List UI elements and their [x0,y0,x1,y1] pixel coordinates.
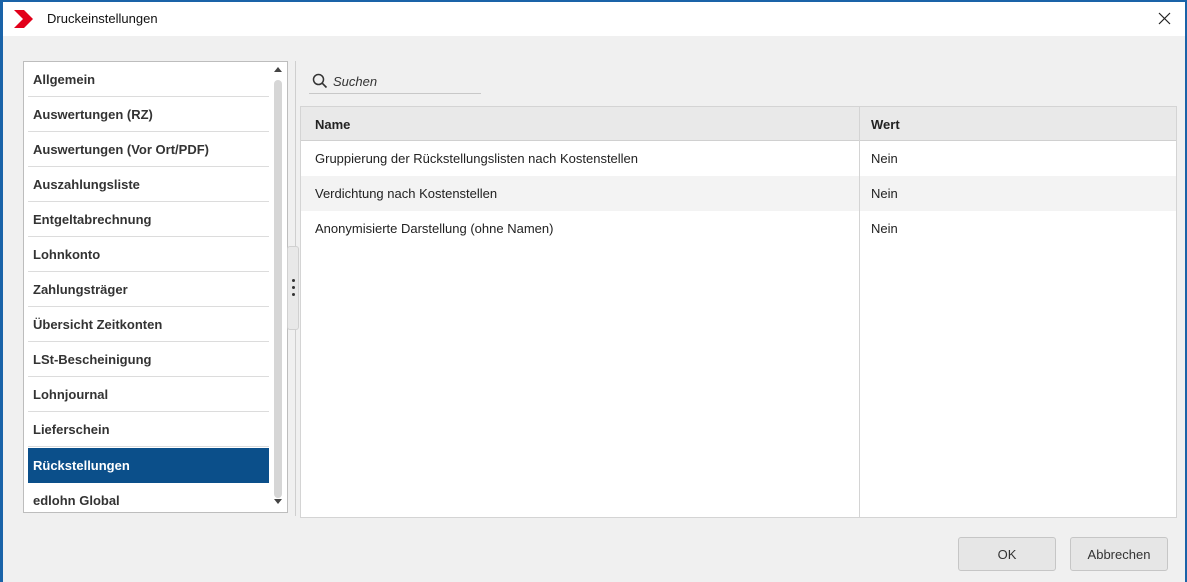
list-scrollbar[interactable] [271,64,285,510]
column-header-name[interactable]: Name [315,107,350,141]
table-row[interactable]: Anonymisierte Darstellung (ohne Namen) N… [301,211,1176,246]
cell-wert[interactable]: Nein [871,176,898,211]
column-header-wert[interactable]: Wert [871,107,900,141]
list-item-lst-bescheinigung[interactable]: LSt-Bescheinigung [28,342,269,377]
cell-wert[interactable]: Nein [871,141,898,176]
dialog-window: Druckeinstellungen Allgemein Auswertunge… [0,0,1187,582]
list-item-edlohn-global[interactable]: edlohn Global [28,483,269,512]
list-item-label: Auszahlungsliste [33,176,140,192]
list-item-label: Lieferschein [33,421,110,437]
ok-button[interactable]: OK [958,537,1056,571]
grip-dot [292,293,295,296]
cell-name: Anonymisierte Darstellung (ohne Namen) [315,221,554,236]
list-item-label: Zahlungsträger [33,281,128,297]
table-row[interactable]: Gruppierung der Rückstellungslisten nach… [301,141,1176,176]
list-item-uebersicht-zeitkonten[interactable]: Übersicht Zeitkonten [28,307,269,342]
scroll-down-arrow-icon[interactable] [274,499,282,504]
list-item-zahlungstraeger[interactable]: Zahlungsträger [28,272,269,307]
list-item-label: Rückstellungen [33,457,130,473]
list-item-allgemein[interactable]: Allgemein [28,62,269,97]
table-header: Name Wert [301,107,1176,141]
list-item-entgeltabrechnung[interactable]: Entgeltabrechnung [28,202,269,237]
search-box [309,70,481,94]
list-item-label: Übersicht Zeitkonten [33,316,163,332]
grip-dot [292,279,295,282]
list-item-auswertungen-rz[interactable]: Auswertungen (RZ) [28,97,269,132]
list-item-label: Lohnkonto [33,246,101,262]
cell-name: Verdichtung nach Kostenstellen [315,186,498,201]
list-item-lieferschein[interactable]: Lieferschein [28,412,269,447]
list-item-label: Lohnjournal [33,386,109,402]
list-item-label: Auswertungen (Vor Ort/PDF) [33,141,209,157]
cell-wert[interactable]: Nein [871,211,898,246]
list-item-label: LSt-Bescheinigung [33,351,152,367]
list-item-auszahlungsliste[interactable]: Auszahlungsliste [28,167,269,202]
table-row[interactable]: Verdichtung nach Kostenstellen Nein [301,176,1176,211]
close-button[interactable] [1143,2,1185,34]
list-item-auswertungen-vor-ort[interactable]: Auswertungen (Vor Ort/PDF) [28,132,269,167]
list-item-label: Allgemein [33,71,96,87]
cell-name: Gruppierung der Rückstellungslisten nach… [315,151,639,166]
category-list: Allgemein Auswertungen (RZ) Auswertungen… [23,61,288,513]
list-item-label: edlohn Global [33,492,120,508]
list-item-lohnkonto[interactable]: Lohnkonto [28,237,269,272]
close-icon [1158,12,1170,24]
title-bar: Druckeinstellungen [3,2,1185,36]
app-logo-icon [14,10,33,28]
list-item-lohnjournal[interactable]: Lohnjournal [28,377,269,412]
list-item-rueckstellungen[interactable]: Rückstellungen [28,448,269,483]
list-item-label: Auswertungen (RZ) [33,106,153,122]
settings-table: Name Wert Gruppierung der Rückstellungsl… [300,106,1177,518]
search-icon [312,73,328,89]
cancel-button[interactable]: Abbrechen [1070,537,1168,571]
grip-dot [292,286,295,289]
list-item-label: Entgeltabrechnung [33,211,152,227]
dialog-content: Allgemein Auswertungen (RZ) Auswertungen… [3,36,1185,582]
search-input[interactable] [333,71,473,91]
scrollbar-thumb[interactable] [274,80,282,498]
window-title: Druckeinstellungen [47,11,158,26]
scroll-up-arrow-icon[interactable] [274,67,282,72]
column-separator[interactable] [859,107,860,517]
pane-splitter-handle[interactable] [287,246,299,330]
